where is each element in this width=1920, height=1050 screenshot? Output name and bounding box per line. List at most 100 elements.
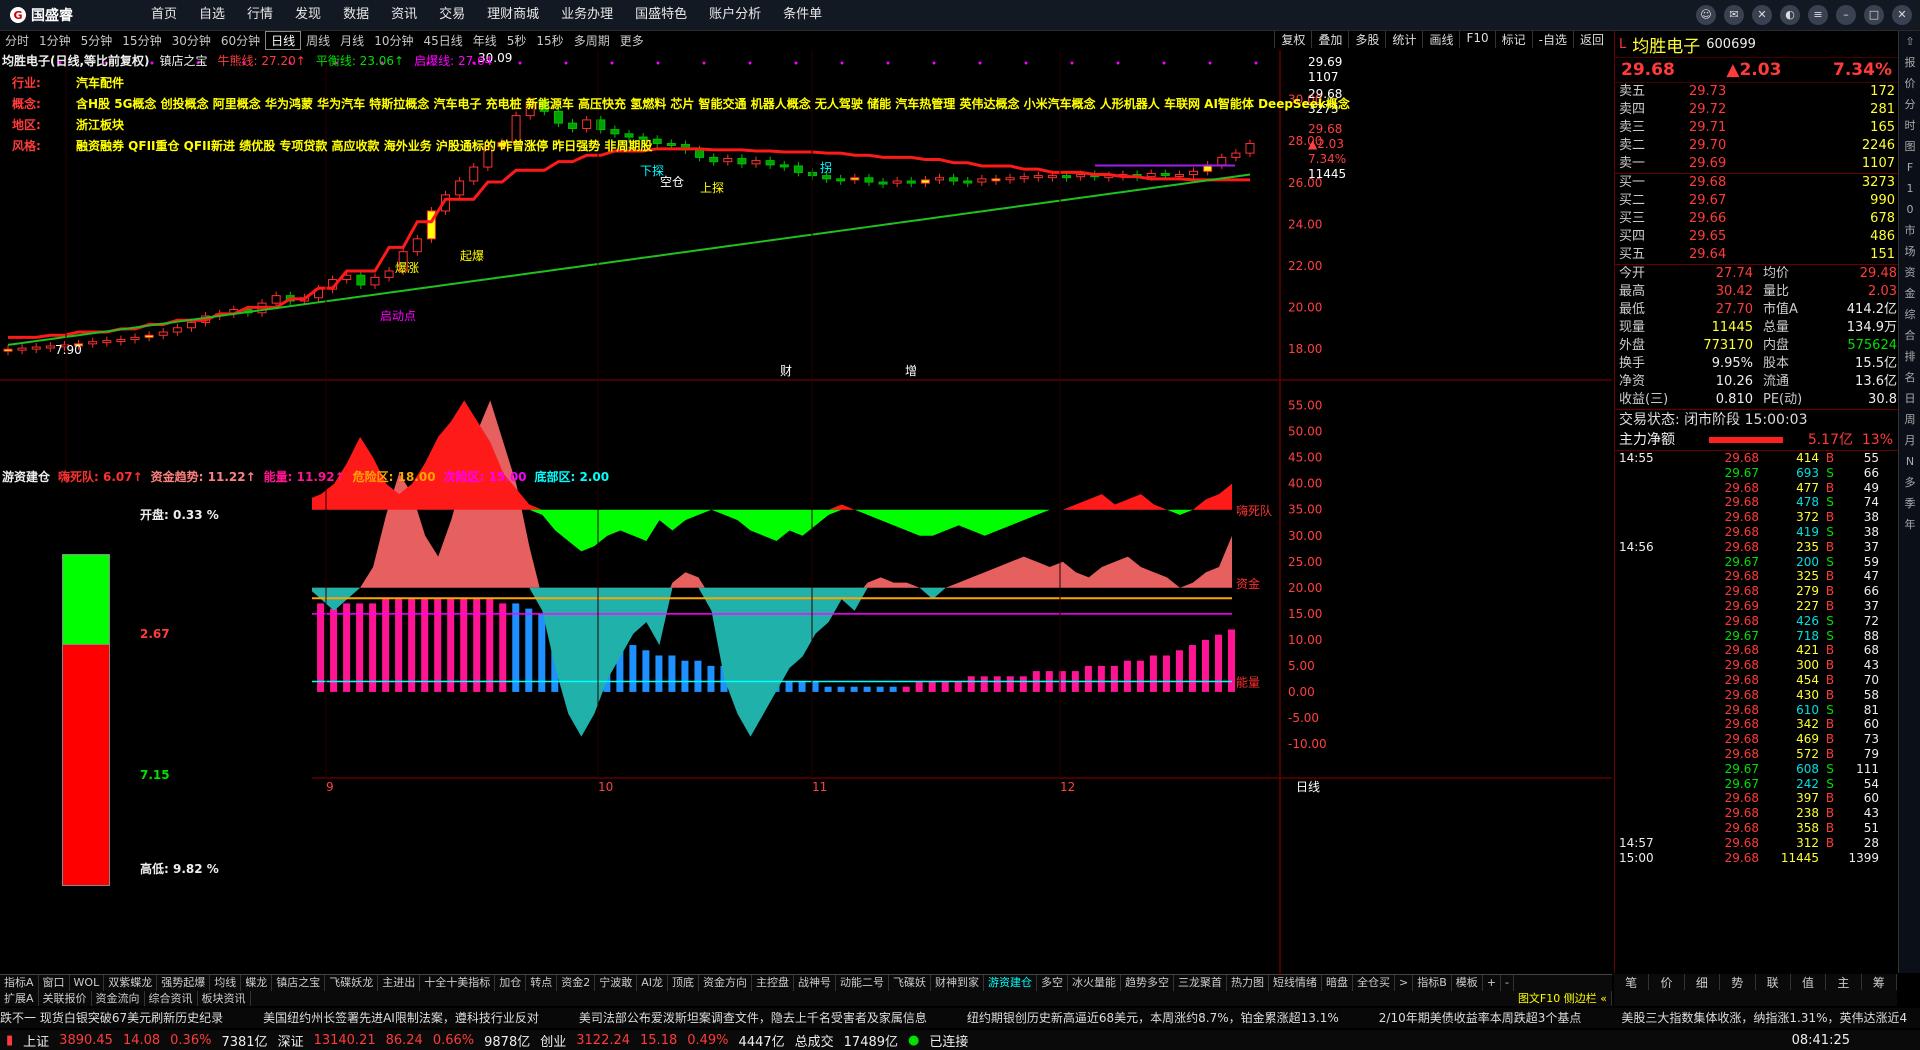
tool-2[interactable]: 多股 (1348, 31, 1385, 48)
sidebar-item-11[interactable]: 金 (1899, 283, 1920, 304)
period-0[interactable]: 分时 (0, 32, 34, 49)
news-item-0[interactable]: 跌不一 现货白银突破67美元刷新历史纪录 (0, 1011, 263, 1025)
indicator-tab-12[interactable]: 转点 (526, 975, 558, 991)
period-14[interactable]: 多周期 (569, 32, 615, 49)
chat-icon[interactable]: ☺ (1696, 5, 1716, 25)
indicator-tab-7[interactable]: 镇店之宝 (272, 975, 326, 991)
menu-item-3[interactable]: 发现 (284, 0, 332, 30)
period-7[interactable]: 周线 (301, 32, 335, 49)
menu-item-7[interactable]: 理财商城 (476, 0, 550, 30)
indicator-tab-28[interactable]: 热力图 (1227, 975, 1269, 991)
menu-item-4[interactable]: 数据 (332, 0, 380, 30)
sidebar-item-6[interactable]: 1 (1899, 178, 1920, 199)
brand-logo[interactable]: G 国盛睿 (10, 6, 73, 24)
ext-tab-1[interactable]: 关联报价 (39, 991, 92, 1006)
menu-item-0[interactable]: 首页 (140, 0, 188, 30)
status-sz[interactable]: 深证 (278, 1031, 314, 1050)
menu-item-6[interactable]: 交易 (428, 0, 476, 30)
minimize-icon[interactable]: – (1836, 5, 1856, 25)
tools-icon[interactable]: ✕ (1752, 5, 1772, 25)
sidebar-item-5[interactable]: F (1899, 157, 1920, 178)
period-3[interactable]: 15分钟 (117, 32, 166, 49)
indicator-tab-0[interactable]: 指标A (0, 975, 39, 991)
period-10[interactable]: 45日线 (418, 32, 467, 49)
quote-name[interactable]: 均胜电子 (1632, 32, 1700, 57)
ext-tab-3[interactable]: 综合资讯 (145, 991, 198, 1006)
tab-right-0[interactable]: 指标B (1413, 975, 1452, 991)
bids-row[interactable]: 买四 29.65 486 (1615, 228, 1898, 246)
news-item-3[interactable]: 纽约期银创历史新高逼近68美元，本周涨约8.7%，铂金累涨超13.1% (967, 1011, 1379, 1025)
sidebar-item-16[interactable]: 日 (1899, 388, 1920, 409)
close-icon[interactable]: ✕ (1892, 5, 1912, 25)
period-8[interactable]: 月线 (335, 32, 369, 49)
tool-5[interactable]: F10 (1459, 31, 1494, 48)
indicator-tab-21[interactable]: 飞碟妖 (889, 975, 931, 991)
bids-row[interactable]: 买一 29.68 3273 (1615, 174, 1898, 192)
tail-tab-2[interactable]: 细 (1685, 974, 1721, 990)
tabs-scroll-right[interactable]: > (1395, 975, 1414, 991)
period-4[interactable]: 30分钟 (167, 32, 216, 49)
indicator-tab-25[interactable]: 冰火量能 (1068, 975, 1121, 991)
indicator-tab-23[interactable]: 游资建仓 (984, 975, 1037, 991)
tail-tab-4[interactable]: 联 (1756, 974, 1791, 990)
sidebar-item-3[interactable]: 时 (1899, 115, 1920, 136)
indicator-name[interactable]: 镇店之宝 (160, 52, 208, 69)
sidebar-item-18[interactable]: 月 (1899, 430, 1920, 451)
news-item-1[interactable]: 美国纽约州长签署先进AI限制法案，遵科技行业反对 (263, 1011, 579, 1025)
bids-row[interactable]: 买三 29.66 678 (1615, 210, 1898, 228)
indicator-tab-22[interactable]: 财神到家 (931, 975, 984, 991)
tool-7[interactable]: -自选 (1531, 31, 1573, 48)
sidebar-item-22[interactable]: 年 (1899, 514, 1920, 535)
indicator-tab-30[interactable]: 暗盘 (1322, 975, 1353, 991)
tail-tab-0[interactable]: 笔 (1614, 974, 1650, 990)
bids-row[interactable]: 买二 29.67 990 (1615, 192, 1898, 210)
indicator-tab-11[interactable]: 加仓 (495, 975, 527, 991)
indicator-tab-5[interactable]: 均线 (210, 975, 242, 991)
indicator-tab-1[interactable]: 窗口 (39, 975, 70, 991)
asks-row[interactable]: 卖四 29.72 281 (1615, 101, 1898, 119)
tail-tab-7[interactable]: 筹 (1862, 974, 1897, 990)
indicator-tab-2[interactable]: WOL (70, 975, 105, 991)
tail-tab-3[interactable]: 势 (1720, 974, 1756, 990)
sidebar-item-20[interactable]: 多 (1899, 472, 1920, 493)
tool-6[interactable]: 标记 (1494, 31, 1532, 48)
indicator-tab-13[interactable]: 资金2 (557, 975, 596, 991)
sidebar-item-2[interactable]: 分 (1899, 94, 1920, 115)
indicator-tab-26[interactable]: 趋势多空 (1121, 975, 1174, 991)
ext-tab-4[interactable]: 板块资讯 (198, 991, 251, 1006)
indicator-tab-27[interactable]: 三龙聚首 (1174, 975, 1227, 991)
indicator-tab-3[interactable]: 双紫蝶龙 (104, 975, 158, 991)
indicator-tab-17[interactable]: 资金方向 (699, 975, 752, 991)
sidebar-item-17[interactable]: 周 (1899, 409, 1920, 430)
indicator-tab-18[interactable]: 主控盘 (752, 975, 794, 991)
sidebar-item-8[interactable]: 市 (1899, 220, 1920, 241)
indicator-tab-29[interactable]: 短线情绪 (1269, 975, 1322, 991)
asks-row[interactable]: 卖三 29.71 165 (1615, 119, 1898, 137)
tail-tab-1[interactable]: 价 (1649, 974, 1685, 990)
menu-item-10[interactable]: 账户分析 (698, 0, 772, 30)
sidebar-item-7[interactable]: 0 (1899, 199, 1920, 220)
tab-right-3[interactable]: - (1501, 975, 1514, 991)
tool-8[interactable]: 返回 (1572, 31, 1610, 48)
indicator-tab-24[interactable]: 多空 (1037, 975, 1068, 991)
period-13[interactable]: 15秒 (531, 32, 568, 49)
sidebar-item-10[interactable]: 资 (1899, 262, 1920, 283)
sidebar-item-21[interactable]: 季 (1899, 493, 1920, 514)
tool-3[interactable]: 统计 (1385, 31, 1422, 48)
skin-icon[interactable]: ◐ (1780, 5, 1800, 25)
period-12[interactable]: 5秒 (502, 32, 532, 49)
sidebar-item-15[interactable]: 名 (1899, 367, 1920, 388)
sidebar-item-4[interactable]: 图 (1899, 136, 1920, 157)
status-sh[interactable]: 上证 (23, 1031, 59, 1050)
sub-chart-title[interactable]: 游资建仓 (2, 468, 50, 485)
tab-right-2[interactable]: + (1483, 975, 1501, 991)
sidebar-item-0[interactable]: 报 (1899, 52, 1920, 73)
menu-item-9[interactable]: 国盛特色 (624, 0, 698, 30)
period-6[interactable]: 日线 (265, 30, 302, 50)
period-2[interactable]: 5分钟 (76, 32, 118, 49)
sidebar-item-9[interactable]: 场 (1899, 241, 1920, 262)
tabs2-right[interactable]: 图文F10 侧边栏 « (1514, 991, 1612, 1006)
menu-item-11[interactable]: 条件单 (772, 0, 833, 30)
tail-tab-5[interactable]: 值 (1791, 974, 1827, 990)
status-cy[interactable]: 创业 (540, 1031, 576, 1050)
